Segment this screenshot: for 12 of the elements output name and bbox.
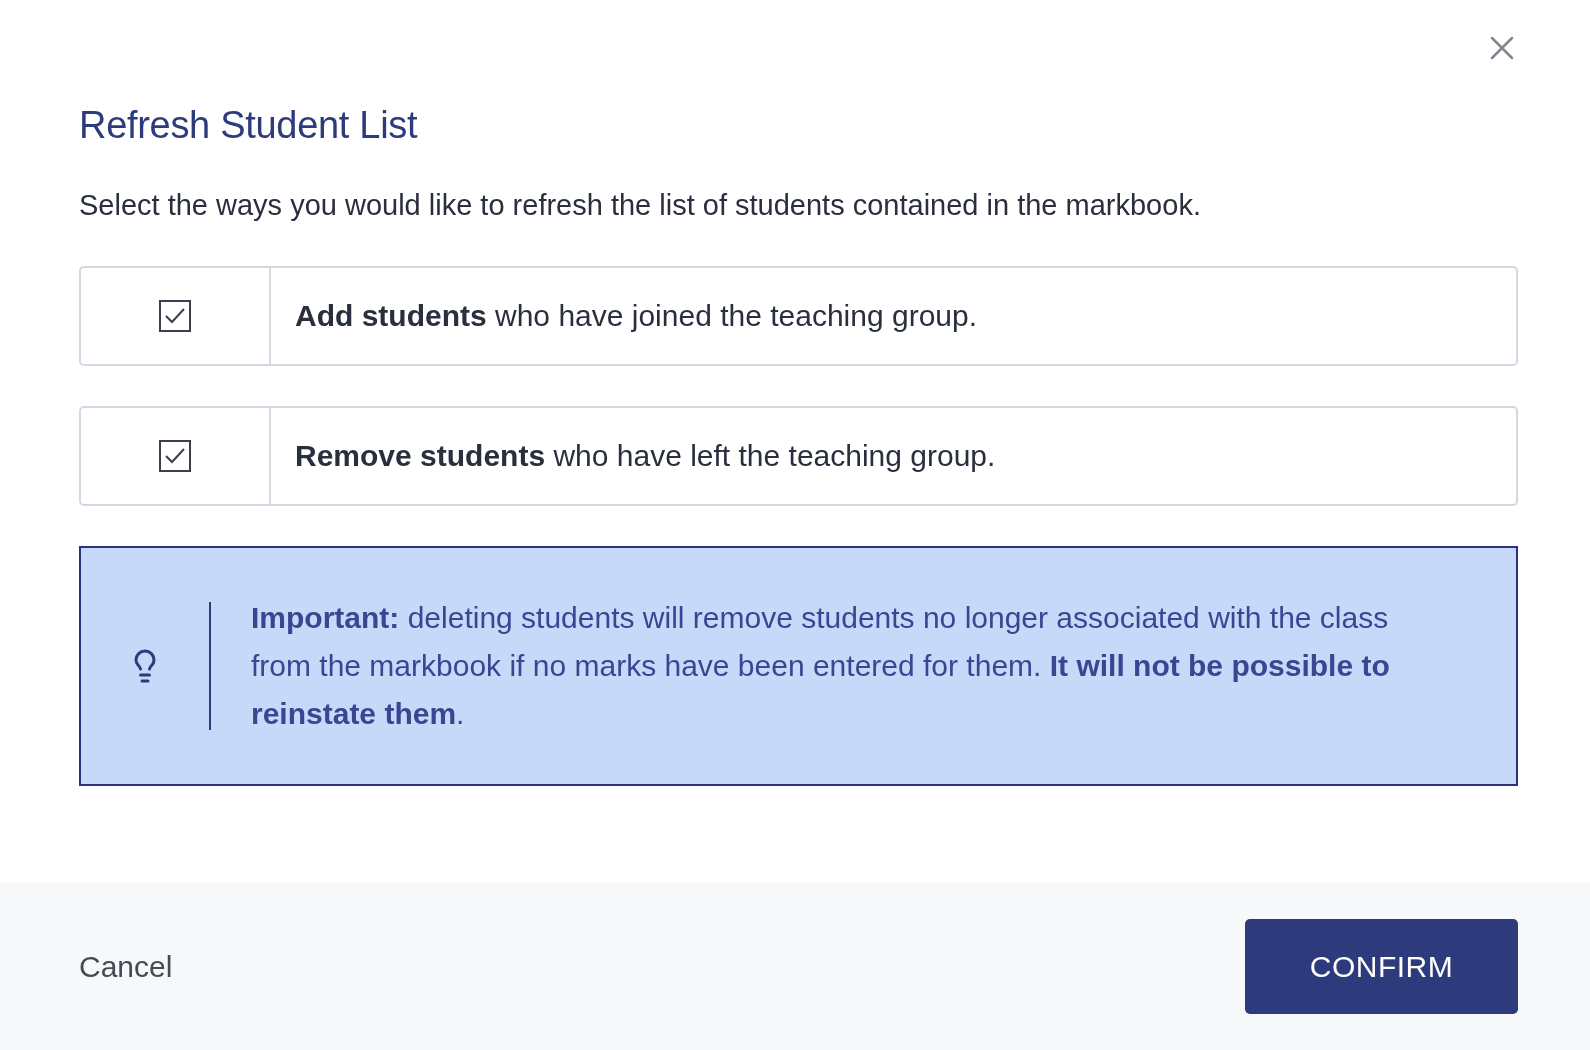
- option-label: Remove students who have left the teaching group.: [294, 438, 997, 474]
- close-icon: [1490, 36, 1514, 60]
- dialog-title: Refresh Student List: [79, 104, 419, 147]
- cancel-button[interactable]: Cancel: [79, 949, 173, 984]
- notice-text: Important: deleting students will remove students no longer associated with the class from the markbook if no marks have been entered for them. It will not be possible to reinstate them.: [250, 600, 1391, 732]
- option-label: Add students who have joined the teaching group.: [294, 298, 979, 334]
- checkbox[interactable]: [159, 300, 191, 332]
- checkbox[interactable]: [159, 440, 191, 472]
- dialog-description: Select the ways you would like to refresh the list of students contained in the markbook.: [79, 189, 1202, 222]
- confirm-button[interactable]: CONFIRM: [1245, 919, 1518, 1014]
- check-icon: [164, 307, 186, 325]
- check-icon: [164, 447, 186, 465]
